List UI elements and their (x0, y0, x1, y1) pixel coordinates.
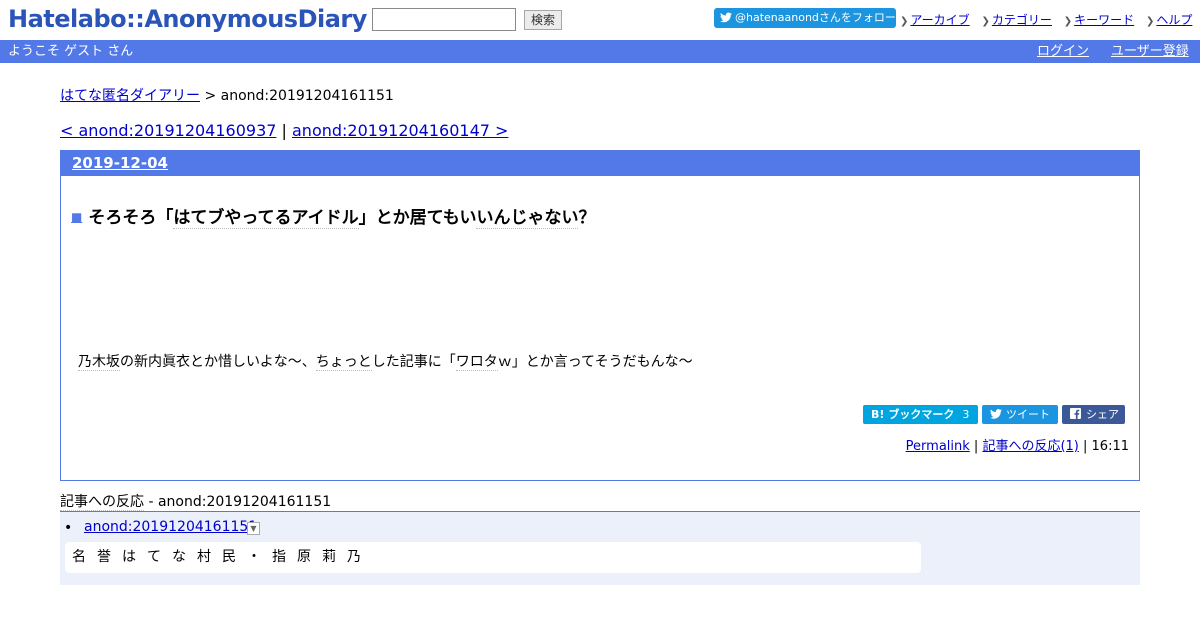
title-square-marker[interactable]: ■ (71, 210, 82, 224)
permalink-link[interactable]: Permalink (906, 439, 970, 454)
day-section: 2019-12-04 ■ そろそろ「はてブやってるアイドル」とか居てもいいんじゃな… (60, 150, 1140, 481)
search-input[interactable] (372, 8, 516, 31)
bookmark-label: ブックマーク (888, 408, 955, 421)
chevron-right-icon: ❯ (900, 16, 909, 27)
title-text-2: 」とか居てもい (358, 208, 477, 228)
site-logo[interactable]: Hatelabo::AnonymousDiary (8, 5, 367, 33)
chevron-right-icon: ❯ (981, 16, 990, 27)
footer-separator: | (969, 439, 983, 454)
nav-keyword-link[interactable]: キーワード (1074, 13, 1134, 27)
nav-category-link[interactable]: カテゴリー (992, 13, 1052, 27)
twitter-follow-button[interactable]: @hatenaanondさんをフォロー (714, 8, 896, 28)
breadcrumb: はてな匿名ダイアリー > anond:20191204161151 (60, 85, 394, 105)
prev-entry-link[interactable]: < anond:20191204160937 (60, 121, 276, 140)
nav-archive-link[interactable]: アーカイブ (910, 13, 969, 27)
search-button[interactable]: 検索 (524, 10, 562, 30)
body-keyword-link-2[interactable]: ちょっと (315, 354, 372, 371)
twitter-bird-icon (720, 12, 732, 23)
title-text-3: ？ (578, 208, 596, 228)
body-text-2: した記事に「 (371, 354, 456, 370)
pager-separator: | (276, 121, 292, 140)
references-title-rest: - anond:20191204161151 (144, 494, 332, 510)
entry-title: ■ そろそろ「はてブやってるアイドル」とか居てもいいんじゃない？ (71, 203, 596, 229)
title-text-1: そろそろ「 (88, 208, 174, 228)
entry-footer: Permalink | 記事への反応(1) | 16:11 (906, 435, 1129, 454)
hatena-bookmark-icon: B! (871, 408, 885, 421)
top-nav: ❯ アーカイブ ❯ カテゴリー ❯ キーワード ❯ ヘルプ (900, 11, 1200, 28)
twitter-bird-icon (990, 409, 1002, 419)
entry-time: 16:11 (1091, 439, 1129, 454)
site-header: Hatelabo::AnonymousDiary 検索 @hatenaanond… (0, 0, 1200, 40)
fb-share-label: シェア (1086, 408, 1119, 421)
chevron-right-icon: ❯ (1063, 16, 1073, 27)
references-list: • anond:20191204161151 ▼ 名誉はてな村民・指原莉乃 (60, 511, 1140, 585)
login-link[interactable]: ログイン (1037, 40, 1089, 63)
hatena-bookmark-button[interactable]: B! ブックマーク 3 (863, 405, 978, 424)
entry-pager: < anond:20191204160937 | anond:201912041… (60, 121, 508, 140)
tweet-label: ツイート (1006, 408, 1050, 421)
title-keyword-link[interactable]: はてブやってるアイドル (173, 208, 359, 229)
body-text-1: の新内眞衣とか惜しいよな～、 (120, 354, 316, 370)
bookmark-count: 3 (962, 408, 970, 421)
footer-separator: | (1078, 439, 1092, 454)
welcome-text: ようこそ ゲスト さん (8, 44, 134, 59)
share-buttons: B! ブックマーク 3 ツイート シェア (863, 405, 1129, 424)
nav-help-link[interactable]: ヘルプ (1156, 13, 1192, 27)
next-entry-link[interactable]: anond:20191204160147 > (292, 121, 508, 140)
tweet-button[interactable]: ツイート (982, 405, 1058, 424)
user-bar: ようこそ ゲスト さん ログイン ユーザー登録 (0, 40, 1200, 63)
chevron-right-icon: ❯ (1145, 16, 1155, 27)
reference-excerpt: 名誉はてな村民・指原莉乃 (65, 542, 921, 573)
body-keyword-link[interactable]: 乃木坂 (78, 354, 120, 371)
day-header: 2019-12-04 (61, 151, 1139, 176)
list-bullet: • (64, 520, 73, 536)
day-date-link[interactable]: 2019-12-04 (72, 154, 168, 172)
reference-entry-link[interactable]: anond:20191204161151 (84, 519, 257, 535)
register-link[interactable]: ユーザー登録 (1111, 40, 1189, 63)
references-title: 記事への反応 - anond:20191204161151 (60, 491, 331, 511)
title-keyword-link-2[interactable]: いんじゃない (476, 208, 579, 229)
reactions-link[interactable]: 記事への反応(1) (982, 439, 1078, 454)
body-keyword-link-3[interactable]: ワロタ (455, 354, 498, 371)
facebook-share-button[interactable]: シェア (1062, 405, 1125, 424)
references-keyword[interactable]: 記事への反応 (60, 494, 144, 511)
breadcrumb-separator: > (200, 88, 221, 104)
facebook-icon (1070, 408, 1081, 419)
breadcrumb-home-link[interactable]: はてな匿名ダイアリー (60, 88, 200, 104)
entry-body: 乃木坂の新内眞衣とか惜しいよな～、ちょっとした記事に「ワロタｗ」とか言ってそうだ… (78, 351, 693, 371)
chevron-down-icon[interactable]: ▼ (247, 522, 260, 535)
body-text-3: ｗ」とか言ってそうだもんな～ (497, 354, 693, 370)
follow-label: @hatenaanondさんをフォロー (735, 11, 896, 24)
breadcrumb-current: anond:20191204161151 (220, 88, 394, 104)
